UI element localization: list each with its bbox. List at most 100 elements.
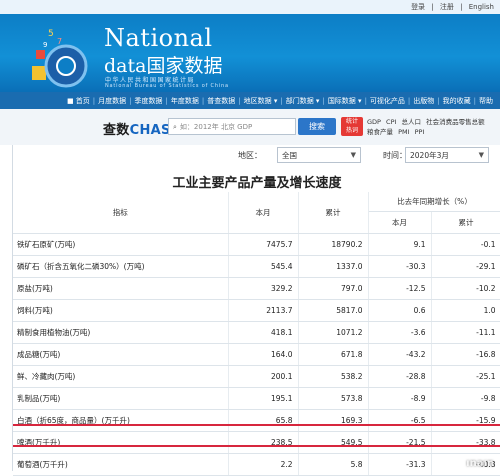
yoy-month-cell: -43.2 <box>368 343 432 366</box>
col-header-yoy-month: 本月 <box>368 211 432 234</box>
quick-link-pmi[interactable]: PMI <box>398 128 409 136</box>
this-month-cell: 195.1 <box>228 387 299 410</box>
this-month-cell: 164.0 <box>228 343 299 366</box>
nav-help[interactable]: 帮助 <box>476 96 496 106</box>
nbs-logo-icon[interactable]: 5 7 9 <box>30 22 100 92</box>
indicator-cell: 原盐(万吨) <box>13 277 229 300</box>
col-header-cumulative: 累计 <box>298 192 369 234</box>
this-month-cell: 200.1 <box>228 365 299 388</box>
table-row: 乳制品(万吨) 195.1 573.8 -8.9 -9.8 <box>13 387 500 410</box>
col-header-this-month: 本月 <box>228 192 299 234</box>
cumulative-cell: 573.8 <box>298 387 369 410</box>
table-row: 铁矿石原矿(万吨) 7475.7 18790.2 9.1 -0.1 <box>13 233 500 256</box>
yoy-cumulative-cell: -29.1 <box>431 255 500 278</box>
table-title: 工业主要产品产量及增长速度 <box>172 176 342 191</box>
nav-monthly[interactable]: 月度数据 <box>95 96 129 106</box>
col-header-yoy-group: 比去年同期增长（%） <box>368 192 500 212</box>
yoy-cumulative-cell: -10.2 <box>431 277 500 300</box>
this-month-cell: 2113.7 <box>228 299 299 322</box>
table-row: 原盐(万吨) 329.2 797.0 -12.5 -10.2 <box>13 277 500 300</box>
svg-text:9: 9 <box>43 41 47 49</box>
cumulative-cell: 18790.2 <box>298 233 369 256</box>
nav-quarterly[interactable]: 季度数据 <box>132 96 166 106</box>
this-month-cell: 65.8 <box>228 409 299 432</box>
cumulative-cell: 671.8 <box>298 343 369 366</box>
cumulative-cell: 5817.0 <box>298 299 369 322</box>
yoy-cumulative-cell: -0.1 <box>431 233 500 256</box>
search-placeholder: 如：2012年 北京 GDP <box>179 123 253 131</box>
quick-link-grain[interactable]: 粮食产量 <box>367 128 393 136</box>
this-month-cell: 545.4 <box>228 255 299 278</box>
chevron-down-icon: ▾ <box>313 96 320 105</box>
search-button[interactable]: 搜索 <box>298 118 336 135</box>
this-month-cell: 7475.7 <box>228 233 299 256</box>
site-title-english: National <box>104 24 213 52</box>
yoy-month-cell: -6.5 <box>368 409 432 432</box>
indicator-cell: 乳制品(万吨) <box>13 387 229 410</box>
this-month-cell: 2.2 <box>228 453 299 476</box>
indicator-cell: 白酒（折65度，商品量）(万千升) <box>13 409 229 432</box>
indicator-cell: 磷矿石（折含五氧化二磷30%）(万吨) <box>13 255 229 278</box>
cumulative-cell: 5.8 <box>298 453 369 476</box>
quick-link-ppi[interactable]: PPI <box>415 128 425 136</box>
nav-annual[interactable]: 年度数据 <box>168 96 202 106</box>
nav-home[interactable]: ■ 首页 <box>64 96 93 106</box>
yoy-cumulative-cell: -25.1 <box>431 365 500 388</box>
nav-international[interactable]: 国际数据 ▾ <box>325 96 365 106</box>
yoy-cumulative-cell: 1.0 <box>431 299 500 322</box>
quick-links: GDP CPI 总人口 社会消费品零售总额 粮食产量 PMI PPI <box>367 117 500 137</box>
nav-census[interactable]: 普查数据 <box>204 96 238 106</box>
nav-favorites[interactable]: 我的收藏 <box>440 96 474 106</box>
quick-link-gdp[interactable]: GDP <box>367 118 381 126</box>
production-table: 指标 本月 累计 比去年同期增长（%） 本月 累计 铁矿石原矿(万吨) 7475.… <box>13 192 500 476</box>
indicator-cell: 葡萄酒(万千升) <box>13 453 229 476</box>
cumulative-cell: 538.2 <box>298 365 369 388</box>
time-select[interactable]: 2020年3月 ▼ <box>405 147 489 163</box>
quick-link-retail[interactable]: 社会消费品零售总额 <box>426 118 485 126</box>
yoy-month-cell: -28.8 <box>368 365 432 388</box>
yoy-cumulative-cell: -9.8 <box>431 387 500 410</box>
svg-text:5: 5 <box>48 29 54 39</box>
cumulative-cell: 1337.0 <box>298 255 369 278</box>
highlight-underline-beer <box>13 445 500 447</box>
site-title-data-word: data <box>104 55 147 77</box>
quick-link-cpi[interactable]: CPI <box>386 118 396 126</box>
nav-visualization[interactable]: 可视化产品 <box>367 96 408 106</box>
nav-regional[interactable]: 地区数据 ▾ <box>241 96 281 106</box>
table-row: 精制食用植物油(万吨) 418.1 1071.2 -3.6 -11.1 <box>13 321 500 344</box>
region-select[interactable]: 全国 ▼ <box>277 147 361 163</box>
register-link[interactable]: 注册 <box>440 3 454 11</box>
cumulative-cell: 1071.2 <box>298 321 369 344</box>
col-header-indicator: 指标 <box>13 192 229 234</box>
quick-link-population[interactable]: 总人口 <box>402 118 422 126</box>
indicator-cell: 啤酒(万千升) <box>13 431 229 454</box>
yoy-month-cell: -21.5 <box>368 431 432 454</box>
hot-words-badge[interactable]: 统计 热词 <box>341 117 363 136</box>
this-month-cell: 238.5 <box>228 431 299 454</box>
site-banner: 5 7 9 National data国家数据 中华人民共和国国家统计局 Nat… <box>0 14 500 92</box>
search-icon: ⌕ <box>173 123 177 131</box>
yoy-month-cell: -31.3 <box>368 453 432 476</box>
yoy-cumulative-cell: -11.1 <box>431 321 500 344</box>
yoy-cumulative-cell: -16.8 <box>431 343 500 366</box>
table-row: 白酒（折65度，商品量）(万千升) 65.8 169.3 -6.5 -15.9 <box>13 409 500 432</box>
table-row: 葡萄酒(万千升) 2.2 5.8 -31.3 -40.8 <box>13 453 500 476</box>
region-label: 地区： <box>238 151 262 160</box>
login-link[interactable]: 登录 <box>411 3 425 11</box>
this-month-cell: 329.2 <box>228 277 299 300</box>
home-icon: ■ <box>66 96 76 105</box>
table-row: 饲料(万吨) 2113.7 5817.0 0.6 1.0 <box>13 299 500 322</box>
search-input[interactable]: ⌕ 如：2012年 北京 GDP <box>168 118 296 135</box>
english-link[interactable]: English <box>469 3 494 11</box>
yoy-month-cell: 0.6 <box>368 299 432 322</box>
yoy-month-cell: -12.5 <box>368 277 432 300</box>
table-row: 鲜、冷藏肉(万吨) 200.1 538.2 -28.8 -25.1 <box>13 365 500 388</box>
nav-publications[interactable]: 出版物 <box>410 96 437 106</box>
chevron-down-icon: ▾ <box>271 96 278 105</box>
indicator-cell: 鲜、冷藏肉(万吨) <box>13 365 229 388</box>
watermark: ınaın <box>466 458 494 469</box>
chevron-down-icon: ▾ <box>355 96 362 105</box>
cumulative-cell: 797.0 <box>298 277 369 300</box>
indicator-cell: 精制食用植物油(万吨) <box>13 321 229 344</box>
nav-department[interactable]: 部门数据 ▾ <box>283 96 323 106</box>
